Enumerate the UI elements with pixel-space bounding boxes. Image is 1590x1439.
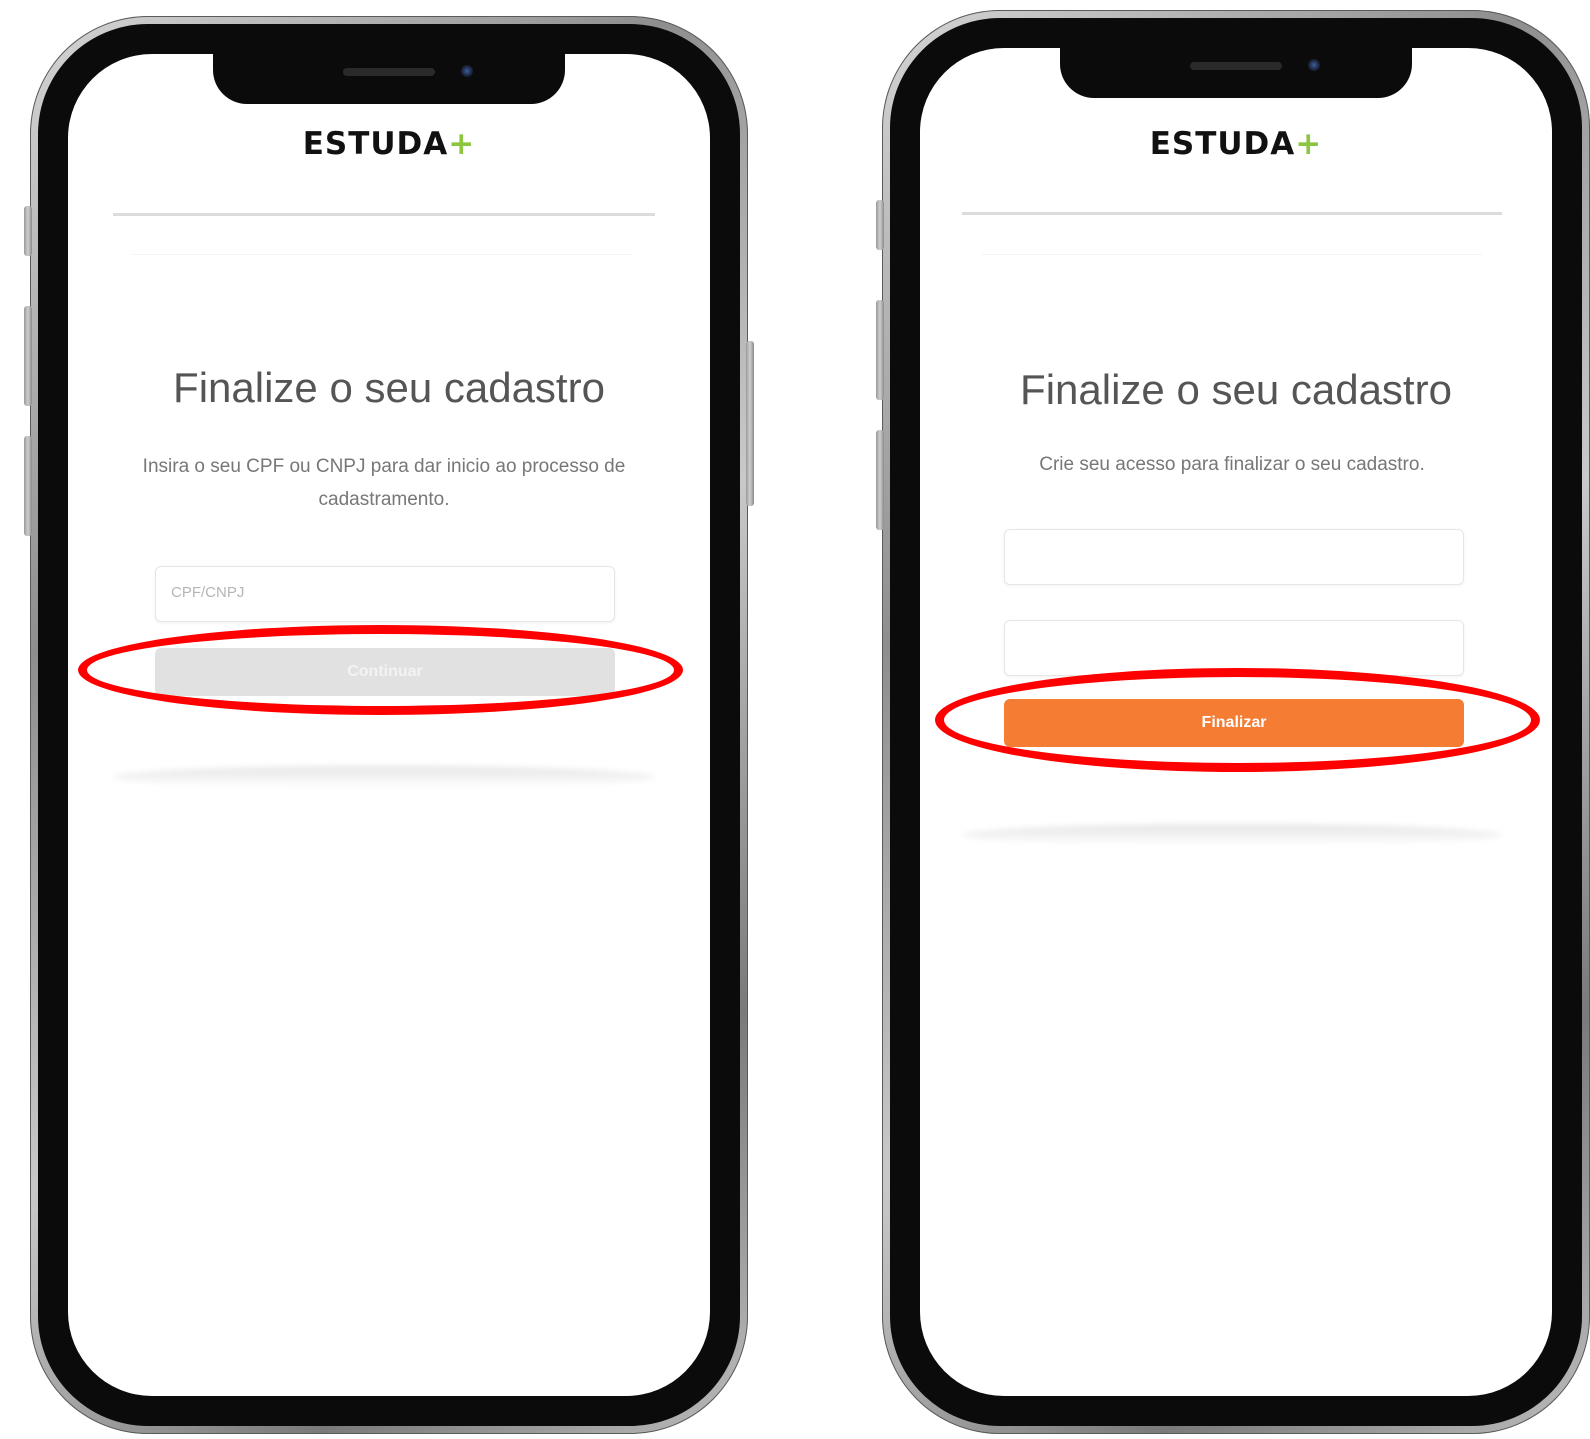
left-phone-frame: ESTUDA+ Finalize o seu cadastro Insira o… [24, 16, 754, 1434]
volume-up-button [24, 306, 32, 406]
notch [1060, 48, 1412, 98]
cpf-cnpj-placeholder: CPF/CNPJ [171, 584, 245, 601]
estuda-logo: ESTUDA+ [68, 126, 710, 162]
volume-down-button [876, 430, 884, 530]
notch [213, 54, 565, 104]
card-top-edge [982, 254, 1482, 255]
phone-bezel: ESTUDA+ Finalize o seu cadastro Insira o… [38, 24, 740, 1426]
mute-switch [24, 206, 32, 256]
access-input-1[interactable] [1004, 529, 1464, 585]
logo-plus-icon: + [448, 126, 476, 162]
header-divider [113, 213, 655, 216]
mute-switch [876, 200, 884, 250]
logo-plus-icon: + [1295, 126, 1323, 162]
left-screen: ESTUDA+ Finalize o seu cadastro Insira o… [68, 54, 710, 1396]
highlight-ellipse-continue [78, 625, 683, 715]
power-button [746, 341, 754, 506]
cpf-cnpj-input[interactable]: CPF/CNPJ [155, 566, 615, 622]
speaker-grille [1190, 62, 1282, 70]
page-subtitle: Insira o seu CPF ou CNPJ para dar inicio… [142, 456, 626, 510]
estuda-logo: ESTUDA+ [920, 126, 1552, 162]
logo-text: ESTUDA [302, 126, 449, 162]
page-title: Finalize o seu cadastro [1020, 366, 1452, 413]
page-title: Finalize o seu cadastro [173, 364, 605, 411]
card-bottom-shadow [113, 766, 655, 788]
highlight-ellipse-finish [935, 668, 1540, 772]
speaker-grille [343, 68, 435, 76]
front-camera-icon [461, 65, 473, 77]
volume-up-button [876, 300, 884, 400]
volume-down-button [24, 436, 32, 536]
front-camera-icon [1308, 59, 1320, 71]
logo-text: ESTUDA [1149, 126, 1296, 162]
card-bottom-shadow [962, 824, 1502, 846]
card-top-edge [133, 254, 633, 255]
page-subtitle: Crie seu acesso para finalizar o seu cad… [1039, 454, 1425, 475]
header-divider [962, 212, 1502, 215]
